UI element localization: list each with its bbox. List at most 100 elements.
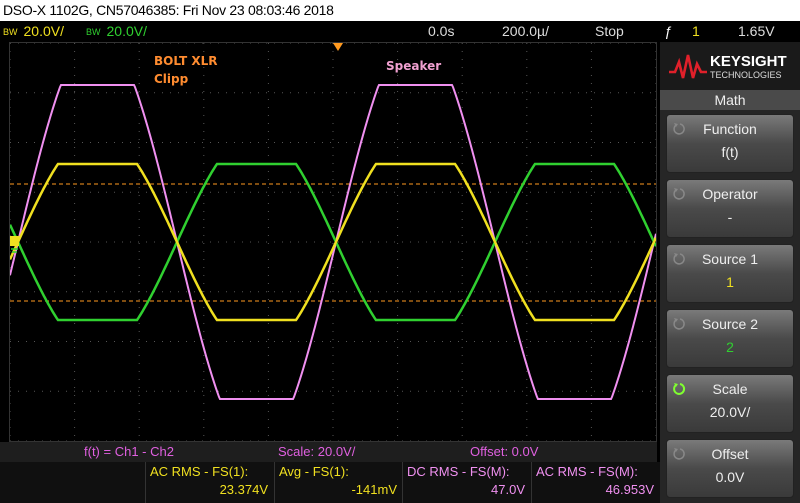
grid-dot <box>402 440 403 441</box>
softkey-scale[interactable]: Scale 20.0V/ <box>666 374 794 433</box>
grid-dot <box>138 43 139 44</box>
grid-dot <box>618 43 619 44</box>
grid-dot <box>490 43 491 44</box>
grid-dot <box>474 191 475 193</box>
grid-dot <box>266 440 267 441</box>
grid-dot <box>397 379 399 380</box>
measurement-3[interactable]: DC RMS - FS(M): 47.0V <box>402 462 531 503</box>
grid-dot <box>354 142 355 143</box>
grid-dot <box>282 390 283 392</box>
grid-dot <box>362 92 363 94</box>
grid-dot <box>306 440 307 441</box>
measurement-1[interactable]: AC RMS - FS(1): 23.374V <box>145 462 274 503</box>
grid-dot <box>10 179 11 180</box>
grid-dot <box>498 291 499 293</box>
grid-dot <box>274 341 275 342</box>
ch1-scale-readout[interactable]: BW 20.0V/ <box>3 21 64 42</box>
grid-dot <box>526 163 528 164</box>
grid-dot <box>538 341 539 342</box>
trigger-source[interactable]: 1 <box>692 21 700 42</box>
grid-dot <box>461 147 463 148</box>
grid-dot <box>106 43 107 44</box>
grid-dot <box>186 241 187 243</box>
grid-dot <box>267 99 269 100</box>
grid-dot <box>267 203 269 204</box>
run-state[interactable]: Stop <box>595 21 624 42</box>
grid-dot <box>655 347 656 348</box>
grid-dot <box>203 323 205 324</box>
grid-dot <box>138 191 139 193</box>
grid-dot <box>590 147 592 148</box>
softkey-operator[interactable]: Operator - <box>666 179 794 238</box>
grid-dot <box>74 339 76 340</box>
grid-dot <box>203 171 205 172</box>
grid-dot <box>106 440 107 441</box>
grid-dot <box>332 387 334 388</box>
grid-dot <box>122 92 123 94</box>
softkey-source1[interactable]: Source 1 1 <box>666 244 794 303</box>
grid-dot <box>74 75 76 76</box>
grid-dot <box>122 440 123 441</box>
grid-dot <box>290 390 291 392</box>
grid-dot <box>410 241 411 243</box>
ground-icon[interactable] <box>10 236 19 253</box>
grid-dot <box>290 341 291 342</box>
softkey-offset[interactable]: Offset 0.0V <box>666 439 794 498</box>
grid-dot <box>274 191 275 193</box>
grid-dot <box>267 171 269 172</box>
grid-dot <box>562 341 563 342</box>
grid-dot <box>170 390 171 392</box>
measurement-2[interactable]: Avg - FS(1): -141mV <box>274 462 403 503</box>
grid-dot <box>42 241 43 243</box>
grid-dot <box>10 139 11 140</box>
grid-dot <box>267 147 269 148</box>
grid-dot <box>298 341 299 342</box>
grid-dot <box>570 390 571 392</box>
grid-dot <box>122 142 123 143</box>
waveform-display[interactable]: BOLT XLR Clipp Speaker <box>9 42 657 442</box>
grid-dot <box>282 92 283 94</box>
softkey-function[interactable]: Function f(t) <box>666 114 794 173</box>
trigger-level[interactable]: 1.65V <box>738 21 775 42</box>
grid-dot <box>394 341 395 342</box>
grid-dot <box>267 91 269 92</box>
grid-dot <box>410 191 411 193</box>
grid-dot <box>242 43 243 44</box>
grid-dot <box>10 83 11 84</box>
softkey-panel: KEYSIGHT TECHNOLOGIES Math Function f(t)… <box>660 42 800 503</box>
grid-dot <box>332 75 334 76</box>
grid-dot <box>82 291 83 293</box>
ch2-bw-badge: BW <box>86 27 101 37</box>
grid-dot <box>394 241 395 243</box>
grid-dot <box>154 241 155 243</box>
grid-dot <box>461 51 463 52</box>
grid-dot <box>586 440 587 441</box>
softkey-offset-value: 0.0V <box>715 469 745 485</box>
grid-dot <box>114 390 115 392</box>
grid-dot <box>210 291 211 293</box>
grid-dot <box>461 227 463 228</box>
grid-dot <box>594 241 595 243</box>
grid-dot <box>526 355 528 356</box>
softkey-source2[interactable]: Source 2 2 <box>666 309 794 368</box>
grid-dot <box>218 241 219 243</box>
ch2-scale-readout[interactable]: BW 20.0V/ <box>86 21 147 42</box>
grid-dot <box>397 323 399 324</box>
measurement-4[interactable]: AC RMS - FS(M): 46.953V <box>531 462 660 503</box>
grid-dot <box>122 341 123 342</box>
grid-dot <box>397 51 399 52</box>
grid-dot <box>314 390 315 392</box>
grid-dot <box>10 155 11 156</box>
time-scale[interactable]: 200.0µ/ <box>502 21 549 42</box>
grid-dot <box>74 435 76 436</box>
grid-dot <box>397 427 399 428</box>
grid-dot <box>397 187 399 188</box>
grid-dot <box>314 341 315 342</box>
measurement-label: AC RMS - FS(1): <box>150 464 249 479</box>
time-delay[interactable]: 0.0s <box>428 21 454 42</box>
grid-dot <box>397 243 399 244</box>
grid-dot <box>578 142 579 143</box>
triangle-down-icon[interactable] <box>333 43 343 51</box>
grid-dot <box>461 371 463 372</box>
grid-dot <box>203 435 205 436</box>
